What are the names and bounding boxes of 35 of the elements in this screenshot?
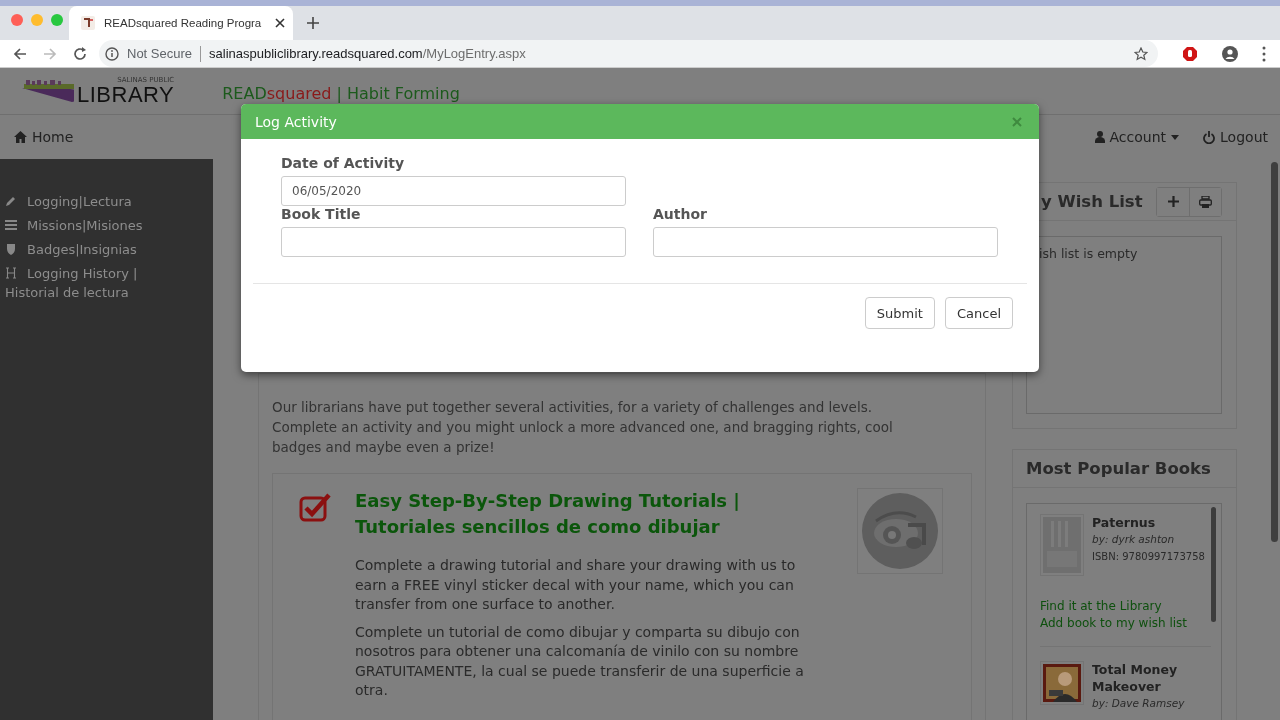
sidebar-item[interactable]: Missions|Misiones — [0, 216, 213, 235]
logout-link[interactable]: Logout — [1203, 129, 1268, 145]
sidebar-item[interactable]: Badges|Insignias — [0, 240, 213, 259]
address-bar[interactable]: Not Secure salinaspubliclibrary.readsquared.com/MyLogEntry.aspx — [99, 40, 1158, 67]
panel-title: Most Popular Books — [1026, 459, 1212, 478]
field-label: Book Title — [281, 206, 362, 222]
book-title[interactable]: Total Money Makeover — [1092, 661, 1211, 695]
book-author: by: dyrk ashton — [1092, 532, 1176, 547]
field-label: Author — [653, 206, 708, 222]
security-label: Not Secure — [127, 46, 193, 61]
activity-description: Complete a drawing tutorial and share your drawing with us to earn a FREE vinyl sticker decal with your name, which you can transfer from one surface to another. — [355, 556, 797, 614]
home-link[interactable]: Home — [14, 129, 74, 145]
intro-text: Our librarians have put together several activities, for a variety of challenges and levels. Complete an activity and you might unlock a more advanced one, and bragging rights, cool badges and maybe even a prize! — [272, 398, 894, 457]
browser-tab[interactable]: READsquared Reading Progra — [69, 6, 293, 40]
input-field[interactable]: 06/05/2020 — [281, 176, 626, 206]
account-menu[interactable]: Account — [1094, 129, 1180, 145]
book-link[interactable]: Find it at the Library — [1040, 598, 1211, 615]
book-title[interactable]: Paternus — [1092, 514, 1205, 531]
site-title: READsquared | Habit Forming — [222, 83, 460, 103]
activity-title[interactable]: Easy Step-By-Step Drawing Tutorials | Tutoriales sencillos de como dibujar — [355, 488, 825, 540]
dialog-title: Log Activity — [255, 113, 337, 130]
book-link[interactable]: Add book to my wish list — [1040, 615, 1211, 632]
tab-title: READsquared Reading Progra — [104, 17, 263, 29]
url-text: salinaspubliclibrary.readsquared.com/MyLogEntry.aspx — [209, 46, 527, 61]
panel-title: y Wish List — [1041, 192, 1144, 211]
submit-button[interactable]: Submit — [864, 297, 935, 329]
sidebar-item[interactable]: Logging|Lectura — [0, 192, 213, 211]
book-isbn: ISBN: 9780997173758 — [1092, 550, 1205, 564]
empty-message: ish list is empty — [1039, 246, 1138, 261]
activity-description: Complete un tutorial de como dibujar y comparta su dibujo con nosotros para obtener una calcomanía de vinilo con su nombre GRATUITAMENTE, la cual se puede transferir de una superficie a otra. — [355, 622, 805, 700]
sidebar-item[interactable]: Logging History | Historial de lectura — [0, 264, 213, 302]
cancel-button[interactable]: Cancel — [944, 297, 1013, 329]
book-author: by: Dave Ramsey — [1092, 696, 1186, 711]
logo-title: LIBRARY — [77, 84, 175, 106]
field-label: Date of Activity — [281, 155, 406, 171]
